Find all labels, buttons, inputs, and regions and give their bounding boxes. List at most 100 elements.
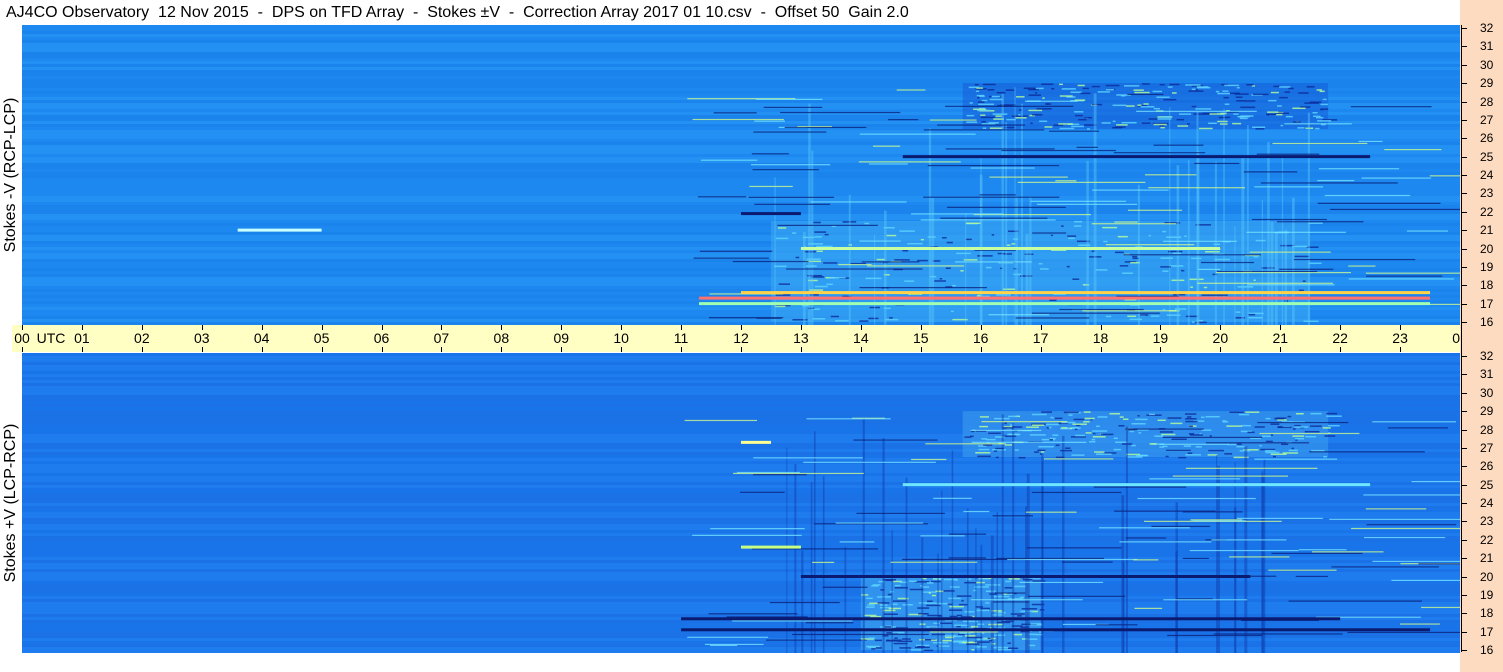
burst-streak	[1281, 156, 1284, 325]
emission-speckle	[927, 600, 933, 603]
emission-speckle	[1039, 268, 1049, 270]
interference-line	[687, 636, 769, 638]
emission-speckle	[1091, 430, 1108, 432]
emission-speckle	[891, 631, 905, 634]
interference-line	[1295, 575, 1328, 578]
burst-streak	[1261, 474, 1265, 653]
emission-speckle	[1310, 412, 1322, 415]
time-tick-mark	[321, 347, 323, 352]
background-stripe	[22, 199, 1460, 202]
interference-line	[733, 472, 864, 475]
emission-speckle	[1188, 425, 1193, 428]
emission-speckle	[974, 83, 979, 86]
time-tick-label: 20	[1212, 330, 1229, 346]
interference-line	[1329, 518, 1460, 520]
emission-speckle	[1252, 93, 1269, 96]
emission-speckle	[996, 91, 1006, 94]
emission-speckle	[1102, 226, 1118, 229]
interference-line	[838, 264, 872, 266]
background-stripe	[22, 368, 1460, 371]
time-tick-label: 01	[74, 330, 90, 346]
freq-tick-label: 29	[1480, 76, 1494, 91]
emission-speckle	[814, 236, 822, 238]
interference-line	[1331, 566, 1439, 568]
emission-speckle	[966, 636, 983, 639]
background-stripe	[22, 184, 1460, 187]
emission-speckle	[928, 592, 931, 594]
emission-speckle	[1045, 103, 1052, 105]
interference-line	[963, 510, 990, 513]
emission-speckle	[1317, 120, 1332, 122]
time-tick-mark	[681, 347, 683, 352]
emission-speckle	[1191, 105, 1197, 108]
freq-tick-label: 23	[1480, 186, 1494, 201]
emission-speckle	[1252, 126, 1266, 129]
time-tick-mark	[860, 347, 862, 352]
background-stripe	[22, 136, 1460, 139]
emission-speckle	[777, 227, 787, 229]
interference-line	[1293, 258, 1416, 261]
emission-speckle	[774, 305, 786, 308]
spectrogram-panel-top	[22, 25, 1460, 325]
emission-speckle	[1037, 449, 1046, 452]
emission-speckle	[1288, 87, 1294, 90]
interference-line	[1059, 308, 1144, 311]
interference-line	[753, 457, 863, 459]
interference-line	[780, 111, 901, 114]
emission-speckle	[942, 639, 952, 642]
emission-speckle	[1080, 92, 1091, 95]
emission-speckle	[1123, 418, 1129, 421]
freq-tick-label: 25	[1480, 149, 1494, 164]
emission-speckle	[939, 278, 943, 280]
interference-line	[684, 419, 758, 422]
interference-line	[810, 201, 907, 203]
interference-line	[1268, 569, 1337, 571]
background-stripe	[22, 374, 1460, 377]
background-stripe	[22, 503, 1460, 506]
emission-band	[902, 155, 1371, 159]
interference-line	[1351, 527, 1460, 530]
emission-speckle	[1039, 120, 1048, 123]
time-tick-label: 15	[912, 330, 929, 346]
emission-speckle	[959, 632, 971, 634]
interference-line	[1365, 508, 1427, 510]
emission-speckle	[1265, 451, 1280, 454]
emission-speckle	[1293, 121, 1301, 123]
emission-speckle	[1288, 449, 1298, 452]
emission-speckle	[1116, 124, 1128, 126]
emission-speckle	[909, 580, 917, 583]
interference-line	[1251, 218, 1327, 221]
background-stripe	[22, 386, 1460, 389]
emission-speckle	[1032, 580, 1046, 582]
freq-tick-label: 22	[1480, 204, 1494, 219]
emission-speckle	[1154, 435, 1164, 437]
time-tick-label: 14	[853, 330, 869, 346]
interference-line	[1271, 552, 1363, 554]
emission-speckle	[1070, 91, 1083, 93]
emission-speckle	[1084, 417, 1095, 420]
emission-speckle	[1134, 91, 1150, 94]
burst-streak	[1001, 93, 1004, 325]
interference-line	[1260, 182, 1398, 184]
emission-speckle	[960, 270, 964, 272]
interference-line	[806, 418, 891, 420]
emission-speckle	[977, 97, 980, 99]
interference-line	[971, 441, 1087, 443]
interference-line	[765, 639, 863, 641]
background-stripe	[22, 593, 1460, 596]
interference-line	[692, 118, 784, 121]
emission-speckle	[970, 625, 978, 628]
emission-speckle	[1265, 417, 1271, 420]
emission-speckle	[1267, 111, 1279, 113]
freq-tick-label: 23	[1480, 514, 1494, 529]
emission-speckle	[1156, 96, 1170, 98]
emission-speckle	[1149, 413, 1155, 416]
emission-speckle	[814, 231, 827, 233]
burst-streak	[1093, 93, 1097, 325]
emission-speckle	[1091, 438, 1096, 441]
emission-speckle	[956, 252, 971, 255]
emission-speckle	[1071, 454, 1085, 456]
burst-streak	[931, 197, 935, 325]
emission-band	[800, 247, 1221, 250]
freq-tick-label: 31	[1480, 39, 1494, 54]
